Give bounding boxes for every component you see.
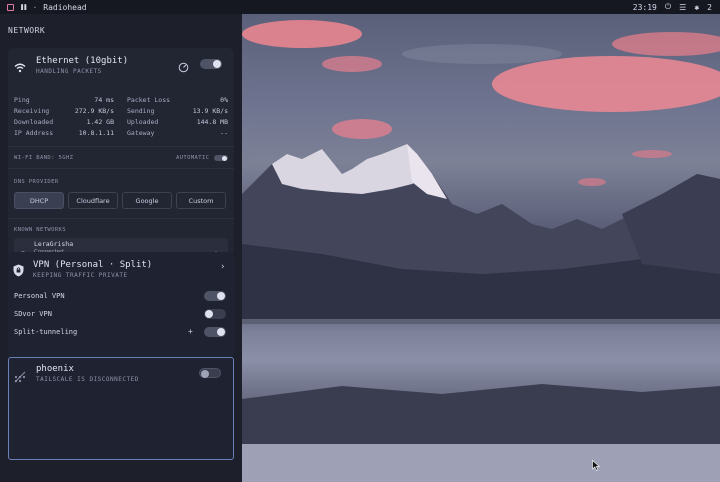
stat-value: -- (220, 129, 228, 137)
ethernet-toggle[interactable] (200, 59, 222, 69)
vpn-item-label: Personal VPN (14, 292, 65, 300)
power-icon[interactable]: ⏻ (665, 2, 671, 12)
dns-label: DNS PROVIDER (14, 179, 59, 185)
ethernet-card: Ethernet (10gbit) HANDLING PACKETS Ping … (8, 48, 234, 258)
add-split-rule-button[interactable]: + (188, 327, 193, 336)
dns-option-custom[interactable]: Custom (176, 192, 226, 209)
stat-value: 13.9 KB/s (192, 107, 228, 115)
stat-label: Sending (127, 107, 155, 115)
divider (8, 168, 234, 169)
stat-value: 272.9 KB/s (74, 107, 114, 115)
mouse-cursor-icon (592, 456, 601, 475)
known-networks-label: KNOWN NETWORKS (14, 227, 66, 233)
vpn-item-label: SDvor VPN (14, 310, 52, 318)
separator-dot: · (32, 2, 38, 12)
dns-options: DHCP Cloudflare Google Custom (14, 192, 228, 209)
speedometer-icon[interactable] (178, 58, 189, 77)
tailscale-status: TAILSCALE IS DISCONNECTED (36, 376, 139, 383)
stat-value: 74 ms (94, 96, 114, 104)
wifi-icon (14, 58, 26, 77)
top-bar: ❚❚ · Radiohead 23:19 ⏻ ☰ ✱ 2 (0, 0, 720, 14)
mountain-landscape (242, 20, 720, 482)
stat-value: 10.8.1.11 (78, 129, 114, 137)
workspace-icon[interactable] (7, 3, 14, 11)
stat-value: 144.8 MB (196, 118, 228, 126)
vpn-item-label: Split-tunneling (14, 328, 78, 336)
stat-label: Downloaded (14, 118, 54, 126)
ethernet-name: Ethernet (10gbit) (36, 56, 129, 66)
tailscale-card: phoenix TAILSCALE IS DISCONNECTED (8, 357, 234, 460)
split-tunneling-toggle[interactable] (204, 327, 226, 337)
pause-icon[interactable]: ❚❚ (20, 3, 28, 11)
window-title: Radiohead (43, 2, 87, 12)
clock[interactable]: 23:19 (633, 3, 657, 12)
wifi-band-mode: AUTOMATIC (176, 155, 210, 161)
stat-value: 0% (220, 96, 228, 104)
dns-option-google[interactable]: Google (122, 192, 172, 209)
vpn-subtitle: KEEPING TRAFFIC PRIVATE (33, 272, 128, 279)
shield-icon (13, 262, 24, 281)
wifi-band-label: WI-FI BAND: 5GHZ (14, 155, 74, 161)
tailscale-toggle[interactable] (199, 368, 221, 378)
personal-vpn-toggle[interactable] (204, 291, 226, 301)
panel-title: NETWORK (8, 26, 46, 35)
stat-label: Ping (14, 96, 30, 104)
known-network-name: LeraGrisha (34, 240, 74, 248)
notification-count: 2 (707, 2, 712, 12)
desktop-wallpaper (242, 14, 720, 482)
stat-value: 1.42 GB (86, 118, 114, 126)
dns-option-cloudflare[interactable]: Cloudflare (68, 192, 118, 209)
ethernet-status: HANDLING PACKETS (36, 68, 102, 75)
stat-label: Receiving (14, 107, 50, 115)
notification-icon[interactable]: ✱ (694, 3, 699, 12)
wifi-band-toggle[interactable] (214, 155, 228, 161)
tailscale-disconnected-icon (14, 368, 26, 387)
dns-option-dhcp[interactable]: DHCP (14, 192, 64, 209)
stat-label: Gateway (127, 129, 155, 137)
vpn-title: VPN (Personal · Split) (33, 260, 153, 270)
stat-label: Uploaded (127, 118, 159, 126)
list-icon[interactable]: ☰ (679, 3, 686, 12)
tailscale-node-name: phoenix (36, 364, 74, 374)
sdvor-vpn-toggle[interactable] (204, 309, 226, 319)
network-panel: NETWORK Ethernet (10gbit) HANDLING PACKE… (0, 14, 242, 482)
divider (8, 218, 234, 219)
vpn-card: VPN (Personal · Split) KEEPING TRAFFIC P… (8, 252, 234, 360)
stat-label: IP Address (14, 129, 54, 137)
divider (8, 146, 234, 147)
stat-label: Packet Loss (127, 96, 171, 104)
chevron-right-icon[interactable]: › (220, 262, 225, 272)
